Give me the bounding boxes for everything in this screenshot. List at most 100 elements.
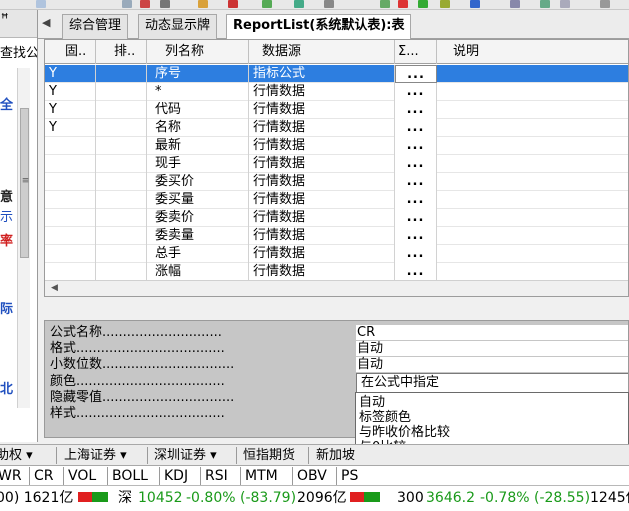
grid-row[interactable]: 现手 行情数据...: [45, 155, 628, 173]
cell-formula-button[interactable]: ...: [395, 65, 437, 83]
cell-column-name[interactable]: 委买量: [147, 191, 249, 209]
cell-sort[interactable]: [96, 209, 147, 227]
toolbar-icon-9[interactable]: [324, 0, 334, 8]
cell-column-name[interactable]: 现手: [147, 155, 249, 173]
cell-column-name[interactable]: 委卖价: [147, 209, 249, 227]
indicator-tab[interactable]: VOL: [68, 467, 96, 485]
grid-row[interactable]: 委买价 行情数据...: [45, 173, 628, 191]
market-tab-rights[interactable]: 助权 ▾: [0, 447, 33, 465]
left-panel-text-fragment[interactable]: 际: [0, 298, 13, 317]
cell-fixed[interactable]: [45, 227, 96, 245]
scroll-left-arrow-icon[interactable]: ◀: [51, 283, 58, 293]
formula-name-value[interactable]: CR: [356, 325, 628, 340]
cell-sort[interactable]: [96, 245, 147, 263]
cell-data-source[interactable]: 行情数据: [249, 227, 395, 245]
cell-description[interactable]: [437, 173, 628, 191]
market-tab-shenzhen[interactable]: 深圳证券 ▾: [154, 447, 217, 465]
grid-horizontal-scrollbar[interactable]: ◀: [45, 280, 628, 296]
cell-fixed[interactable]: [45, 209, 96, 227]
toolbar-icon-2[interactable]: [122, 0, 132, 8]
cell-data-source[interactable]: 行情数据: [249, 101, 395, 119]
cell-data-source[interactable]: 行情数据: [249, 155, 395, 173]
grid-row[interactable]: Y * 行情数据...: [45, 83, 628, 101]
left-panel-text-fragment[interactable]: 全: [0, 94, 13, 113]
grid-row[interactable]: 委卖量 行情数据...: [45, 227, 628, 245]
indicator-tab[interactable]: WR: [0, 467, 22, 485]
dropdown-option[interactable]: 与昨收价格比较: [356, 425, 628, 440]
cell-formula-button[interactable]: ...: [395, 245, 437, 263]
cell-formula-button[interactable]: ...: [395, 263, 437, 281]
grid-row[interactable]: 涨幅 行情数据...: [45, 263, 628, 281]
cell-data-source[interactable]: 行情数据: [249, 191, 395, 209]
cell-sort[interactable]: [96, 137, 147, 155]
cell-fixed[interactable]: [45, 263, 96, 281]
toolbar-icon-15[interactable]: [510, 0, 520, 8]
cell-fixed[interactable]: [45, 191, 96, 209]
indicator-tab[interactable]: OBV: [297, 467, 327, 485]
indicator-tab[interactable]: RSI: [205, 467, 228, 485]
left-panel-scroll-thumb[interactable]: ≡: [20, 108, 29, 258]
header-column-name[interactable]: 列名称: [147, 40, 249, 64]
grid-row[interactable]: Y 序号 指标公式...: [45, 65, 628, 83]
left-panel-text-fragment[interactable]: 北: [0, 378, 13, 397]
tab-comprehensive-management[interactable]: 综合管理: [62, 14, 129, 39]
cell-fixed[interactable]: [45, 173, 96, 191]
cell-column-name[interactable]: 委卖量: [147, 227, 249, 245]
toolbar-icon-10[interactable]: [380, 0, 390, 8]
cell-column-name[interactable]: 名称: [147, 119, 249, 137]
tab-dynamic-board[interactable]: 动态显示牌: [138, 14, 218, 39]
toolbar-icon-13[interactable]: [440, 0, 450, 8]
toolbar-icon-8[interactable]: [294, 0, 304, 8]
cell-description[interactable]: [437, 245, 628, 263]
market-tab-singapore[interactable]: 新加坡: [316, 447, 355, 465]
left-panel-text-fragment[interactable]: 率: [0, 230, 13, 249]
cell-fixed[interactable]: Y: [45, 65, 96, 83]
left-panel-text-fragment[interactable]: 示: [0, 206, 13, 225]
cell-description[interactable]: [437, 65, 628, 83]
cell-formula-button[interactable]: ...: [395, 83, 437, 101]
grid-row[interactable]: 总手 行情数据...: [45, 245, 628, 263]
cell-data-source[interactable]: 行情数据: [249, 119, 395, 137]
market-tab-shanghai[interactable]: 上海证券 ▾: [64, 447, 127, 465]
toolbar-icon-17[interactable]: [560, 0, 570, 8]
tab-scroll-left-icon[interactable]: ◀: [42, 16, 50, 29]
toolbar-icon-14[interactable]: [470, 0, 480, 8]
cell-fixed[interactable]: Y: [45, 101, 96, 119]
cell-formula-button[interactable]: ...: [395, 227, 437, 245]
header-data-source[interactable]: 数据源: [249, 40, 395, 64]
cell-sort[interactable]: [96, 227, 147, 245]
cell-sort[interactable]: [96, 83, 147, 101]
cell-description[interactable]: [437, 119, 628, 137]
indicator-tab[interactable]: CR: [34, 467, 54, 485]
cell-formula-button[interactable]: ...: [395, 137, 437, 155]
cell-formula-button[interactable]: ...: [395, 101, 437, 119]
header-sort[interactable]: 排..: [96, 40, 147, 64]
cell-description[interactable]: [437, 101, 628, 119]
cell-column-name[interactable]: 涨幅: [147, 263, 249, 281]
color-select[interactable]: 在公式中指定: [356, 373, 628, 393]
market-tab-hsi-futures[interactable]: 恒指期货: [243, 447, 295, 465]
cell-description[interactable]: [437, 263, 628, 281]
cell-column-name[interactable]: *: [147, 83, 249, 101]
cell-formula-button[interactable]: ...: [395, 173, 437, 191]
cell-data-source[interactable]: 行情数据: [249, 209, 395, 227]
cell-data-source[interactable]: 行情数据: [249, 263, 395, 281]
cell-sort[interactable]: [96, 119, 147, 137]
grid-row[interactable]: Y 代码 行情数据...: [45, 101, 628, 119]
cell-fixed[interactable]: [45, 137, 96, 155]
cell-description[interactable]: [437, 155, 628, 173]
cell-data-source[interactable]: 行情数据: [249, 245, 395, 263]
cell-fixed[interactable]: Y: [45, 83, 96, 101]
header-sum[interactable]: Σ...: [395, 40, 437, 64]
indicator-tab[interactable]: KDJ: [164, 467, 188, 485]
cell-column-name[interactable]: 序号: [147, 65, 249, 83]
dropdown-option[interactable]: 自动: [356, 395, 628, 410]
toolbar-icon-16[interactable]: [540, 0, 550, 8]
cell-sort[interactable]: [96, 155, 147, 173]
cell-data-source[interactable]: 行情数据: [249, 137, 395, 155]
left-panel-scrollbar[interactable]: ≡: [17, 68, 30, 408]
cell-description[interactable]: [437, 137, 628, 155]
toolbar-icon-4[interactable]: [160, 0, 170, 8]
dropdown-option[interactable]: 标签颜色: [356, 410, 628, 425]
cell-column-name[interactable]: 最新: [147, 137, 249, 155]
